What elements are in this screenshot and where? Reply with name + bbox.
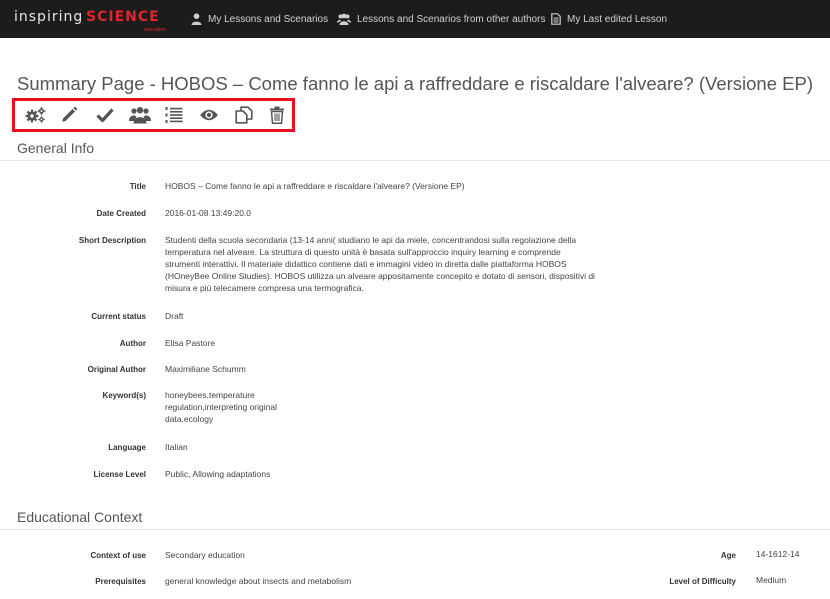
copy-icon bbox=[235, 106, 253, 124]
field-label-age: Age bbox=[720, 551, 736, 560]
logo-word-science: SCIENCE bbox=[86, 9, 160, 25]
field-label-original-author: Original Author bbox=[87, 365, 146, 374]
nav-last-edited-label: My Last edited Lesson bbox=[567, 13, 668, 25]
general-info-divider bbox=[0, 160, 830, 161]
educational-context-heading: Educational Context bbox=[17, 509, 143, 525]
field-value-current-status: Draft bbox=[165, 311, 184, 321]
document-icon bbox=[551, 13, 561, 25]
field-label-title: Title bbox=[129, 182, 146, 191]
field-value-prerequisites: general knowledge about insects and meta… bbox=[165, 576, 352, 586]
share-with-users-button[interactable] bbox=[128, 104, 152, 126]
field-label-prerequisites: Prerequisites bbox=[95, 577, 146, 586]
field-value-date-created: 2016-01-08 13:49:20.0 bbox=[165, 208, 252, 218]
field-value-short-description: Studenti della scuola secondaria (13-14 … bbox=[165, 235, 595, 293]
logo-tagline: education bbox=[144, 27, 166, 33]
settings-button[interactable] bbox=[24, 104, 48, 126]
field-value-level-of-difficulty: Medium bbox=[756, 575, 787, 585]
field-label-level-of-difficulty: Level of Difficulty bbox=[669, 577, 736, 586]
settings-gears-icon bbox=[25, 107, 46, 123]
educational-context-divider bbox=[0, 529, 830, 530]
logo-word-inspiring: inspiring bbox=[14, 9, 84, 25]
field-label-language: Language bbox=[108, 443, 146, 452]
field-label-date-created: Date Created bbox=[96, 209, 146, 218]
field-label-author: Author bbox=[119, 339, 146, 348]
field-value-title: HOBOS – Come fanno le api a raffreddare … bbox=[165, 181, 465, 191]
page-title: Summary Page - HOBOS – Come fanno le api… bbox=[17, 73, 813, 94]
delete-button[interactable] bbox=[265, 104, 289, 126]
field-value-context-of-use: Secondary education bbox=[165, 550, 245, 560]
copy-button[interactable] bbox=[232, 104, 256, 126]
field-value-age: 14-1612-14 bbox=[756, 549, 800, 559]
user-icon bbox=[191, 13, 202, 25]
field-label-short-description: Short Description bbox=[78, 236, 146, 245]
field-label-current-status: Current status bbox=[91, 312, 146, 321]
pencil-edit-icon bbox=[62, 106, 78, 122]
field-label-context-of-use: Context of use bbox=[90, 551, 146, 560]
field-label-keywords: Keyword(s) bbox=[102, 391, 146, 400]
field-value-original-author: Maximiliane Schumm bbox=[165, 364, 246, 374]
users-group-icon bbox=[129, 107, 151, 124]
top-navigation-bar: inspiring SCIENCE education My Lessons a… bbox=[0, 0, 830, 38]
eye-preview-icon bbox=[200, 109, 218, 121]
users-icon bbox=[337, 13, 351, 25]
field-value-language: Italian bbox=[165, 442, 188, 452]
nav-my-lessons[interactable]: My Lessons and Scenarios bbox=[191, 11, 328, 27]
structure-list-button[interactable] bbox=[162, 104, 186, 126]
numbered-list-icon bbox=[165, 107, 183, 123]
nav-other-authors-label: Lessons and Scenarios from other authors bbox=[357, 13, 546, 25]
preview-button[interactable] bbox=[197, 104, 221, 126]
nav-other-authors[interactable]: Lessons and Scenarios from other authors bbox=[337, 11, 545, 27]
field-label-license-level: License Level bbox=[93, 470, 146, 479]
edit-button[interactable] bbox=[57, 104, 81, 126]
nav-my-lessons-label: My Lessons and Scenarios bbox=[208, 13, 329, 25]
field-value-author: Elisa Pastore bbox=[165, 338, 216, 348]
approve-button[interactable] bbox=[93, 104, 117, 126]
nav-last-edited[interactable]: My Last edited Lesson bbox=[551, 11, 667, 27]
checkmark-icon bbox=[96, 108, 114, 123]
general-info-heading: General Info bbox=[17, 140, 95, 156]
trash-icon bbox=[270, 106, 284, 124]
field-value-keywords: honeybees,temperature regulation,interpr… bbox=[165, 390, 277, 424]
field-value-license-level: Public, Allowing adaptations bbox=[165, 469, 271, 479]
